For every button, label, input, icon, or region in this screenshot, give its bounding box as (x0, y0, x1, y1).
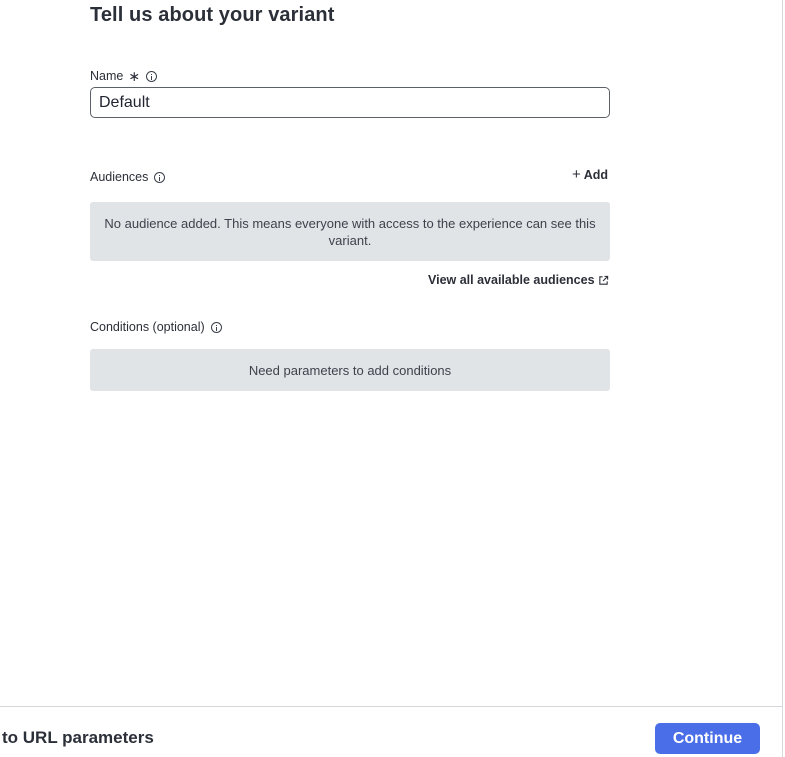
conditions-empty-message: Need parameters to add conditions (248, 362, 452, 378)
view-all-audiences-label: View all available audiences (428, 273, 595, 287)
conditions-label: Conditions (optional) (90, 320, 205, 334)
conditions-empty-state: Need parameters to add conditions (90, 349, 610, 391)
info-icon[interactable] (210, 321, 222, 333)
external-link-icon (598, 275, 608, 285)
view-all-audiences-link[interactable]: View all available audiences (428, 273, 609, 287)
conditions-label-row: Conditions (optional) (90, 320, 222, 334)
name-label: Name (90, 69, 124, 83)
add-audience-label: Add (583, 168, 609, 182)
audiences-label: Audiences (90, 170, 149, 184)
required-asterisk: ∗ (128, 68, 141, 84)
audiences-label-row: Audiences (90, 170, 166, 184)
name-label-row: Name ∗ (90, 68, 158, 84)
audiences-empty-state: No audience added. This means everyone w… (90, 202, 610, 261)
info-icon[interactable] (154, 171, 166, 183)
footer-divider (0, 706, 782, 707)
page-title: Tell us about your variant (90, 4, 335, 26)
audiences-empty-message: No audience added. This means everyone w… (104, 215, 596, 248)
back-to-url-parameters-button[interactable]: to URL parameters (2, 728, 154, 748)
add-audience-button[interactable]: + Add (572, 166, 609, 183)
panel-right-border (782, 0, 783, 757)
continue-button[interactable]: Continue (655, 723, 760, 754)
info-icon[interactable] (146, 70, 158, 82)
name-input[interactable] (90, 87, 610, 118)
plus-icon: + (572, 166, 581, 183)
